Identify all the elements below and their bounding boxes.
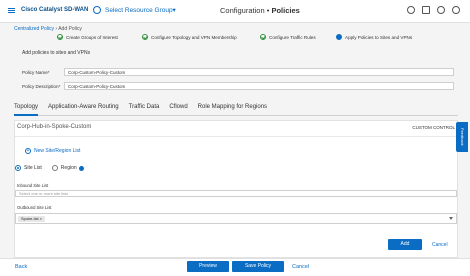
new-list-label: New Site/Region List	[34, 148, 81, 154]
footer-bar: Back Preview Save Policy Cancel	[0, 258, 470, 276]
inbound-site-list-input[interactable]: Select one or more site lists	[15, 190, 457, 197]
page-title: Configuration • Policies	[220, 6, 300, 15]
breadcrumb-separator: ›	[55, 26, 58, 32]
step-2: Configure Topology and VPN Membership	[142, 34, 237, 40]
tab-role-mapping[interactable]: Role Mapping for Regions	[198, 104, 267, 116]
feedback-tab[interactable]: Feedback	[456, 122, 468, 152]
outbound-site-list-input[interactable]: Spoke-list ×	[15, 213, 457, 224]
footer-cancel-link[interactable]: Cancel	[292, 264, 309, 270]
check-icon	[260, 34, 266, 40]
back-link[interactable]: Back	[15, 264, 27, 270]
help-icon[interactable]	[437, 6, 445, 14]
wizard-steps: Create Groups of Interest Configure Topo…	[14, 34, 454, 42]
topology-panel: Corp-Hub-in-Spoke-Custom CUSTOM CONTROL …	[14, 120, 459, 258]
breadcrumb-parent[interactable]: Centralized Policy	[14, 26, 54, 32]
preview-button[interactable]: Preview	[187, 261, 229, 272]
step-4: Apply Policies to Sites and VPNs	[336, 34, 412, 40]
breadcrumb: Centralized Policy › Add Policy	[14, 26, 82, 32]
step-3: Configure Traffic Rules	[260, 34, 316, 40]
inbound-site-list-label: Inbound Site List	[17, 183, 49, 188]
tab-traffic-data[interactable]: Traffic Data	[129, 104, 160, 116]
section-heading: Add policies to sites and VPNs	[22, 50, 91, 56]
active-step-icon	[336, 34, 342, 40]
radio-region-label: Region	[60, 165, 77, 171]
save-policy-button[interactable]: Save Policy	[232, 261, 284, 272]
radio-region[interactable]: Region	[51, 165, 84, 171]
divider	[15, 136, 459, 137]
step-4-label: Apply Policies to Sites and VPNs	[345, 34, 413, 40]
brand-name: Cisco Catalyst SD-WAN	[21, 7, 89, 13]
title-main: Policies	[271, 6, 300, 15]
cloud-icon[interactable]	[407, 6, 415, 14]
check-icon	[57, 34, 63, 40]
list-icon[interactable]	[422, 6, 430, 14]
policy-description-input[interactable]: Corp-Custom-Policy-Custom	[64, 82, 454, 90]
custom-control-label: CUSTOM CONTROL	[412, 125, 455, 130]
radio-site-list[interactable]: Site List	[15, 165, 42, 171]
policy-description-label: Policy Description*	[22, 84, 61, 89]
policy-title: Corp-Hub-in-Spoke-Custom	[17, 124, 92, 130]
policy-name-input[interactable]: Corp-Custom-Policy-Custom	[64, 68, 454, 76]
outbound-tag-spoke-list[interactable]: Spoke-list ×	[18, 216, 46, 222]
tab-topology[interactable]: Topology	[14, 104, 39, 116]
tab-cflowd[interactable]: Cflowd	[169, 104, 187, 116]
radio-unselected-icon	[51, 165, 58, 171]
location-pin-icon	[93, 6, 101, 14]
more-icon[interactable]	[452, 6, 460, 14]
step-2-label: Configure Topology and VPN Membership	[151, 34, 237, 40]
policy-tabs: Topology Application-Aware Routing Traff…	[14, 104, 458, 116]
top-bar: Cisco Catalyst SD-WAN Select Resource Gr…	[0, 0, 470, 23]
info-icon[interactable]	[78, 165, 84, 171]
step-1-label: Create Groups of Interest	[66, 34, 118, 40]
list-type-radio-group: Site List Region	[15, 165, 94, 171]
top-icons	[407, 6, 460, 14]
plus-icon: +	[25, 148, 31, 154]
outbound-site-list-label: Outbound Site List	[17, 205, 52, 210]
radio-selected-icon	[15, 165, 21, 171]
cancel-link[interactable]: Cancel	[432, 242, 448, 248]
add-button[interactable]: Add	[388, 239, 422, 250]
policy-name-label: Policy Name*	[22, 70, 50, 75]
menu-icon[interactable]	[8, 7, 15, 13]
tab-application-aware-routing[interactable]: Application-Aware Routing	[48, 104, 119, 116]
new-site-region-list-button[interactable]: + New Site/Region List	[25, 148, 80, 154]
step-3-label: Configure Traffic Rules	[269, 34, 316, 40]
title-separator: •	[266, 6, 270, 15]
resource-group-selector[interactable]: Select Resource Group▾	[93, 6, 176, 14]
breadcrumb-current: Add Policy	[58, 26, 82, 32]
chevron-down-icon[interactable]	[449, 217, 453, 220]
check-icon	[142, 34, 148, 40]
resource-group-label: Select Resource Group▾	[105, 7, 176, 14]
step-1: Create Groups of Interest	[57, 34, 118, 40]
radio-site-label: Site List	[24, 165, 42, 171]
title-prefix: Configuration	[220, 6, 265, 15]
brand[interactable]: Cisco Catalyst SD-WAN	[8, 7, 88, 13]
